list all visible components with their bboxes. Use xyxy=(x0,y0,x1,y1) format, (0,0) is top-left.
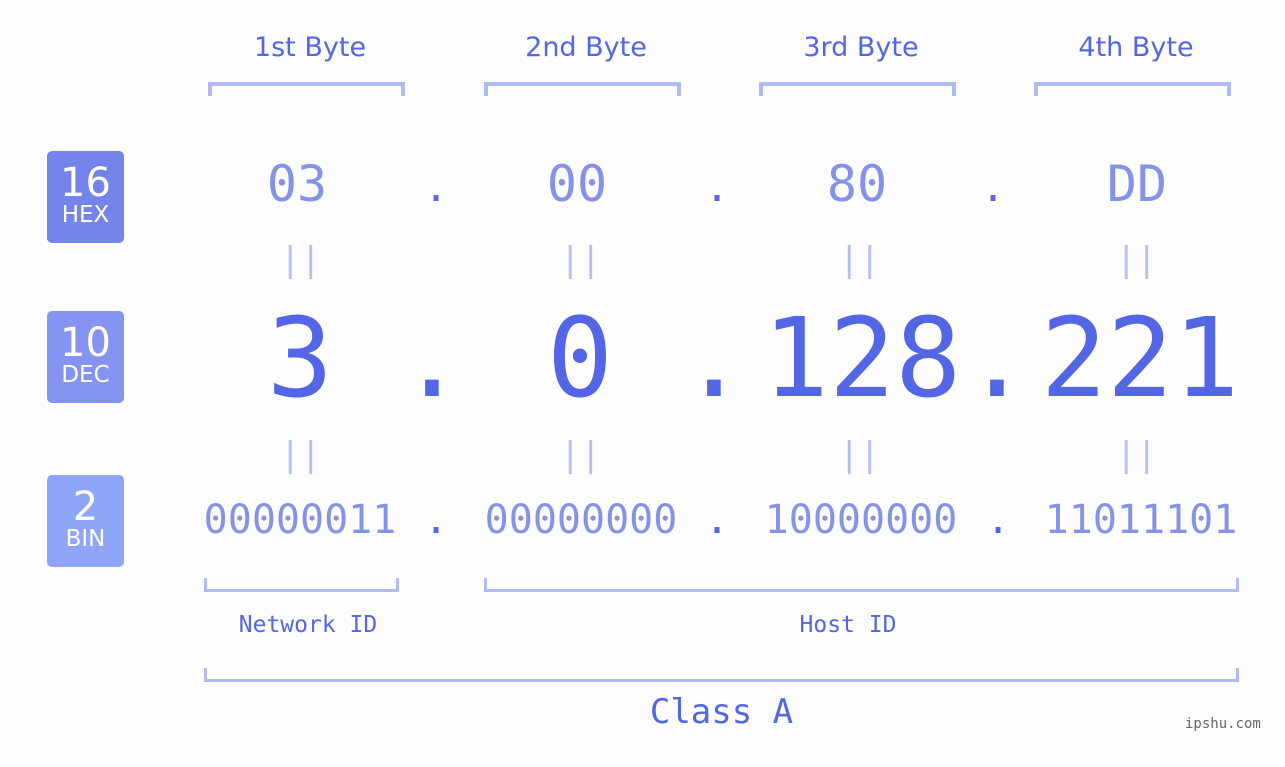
network-id-label: Network ID xyxy=(238,612,378,638)
byte-bracket-2 xyxy=(484,82,681,96)
hex-byte-4: DD xyxy=(1106,155,1168,213)
dec-badge: 10 DEC xyxy=(47,311,124,403)
bin-badge-base: 2 xyxy=(72,484,99,530)
hex-badge-label: HEX xyxy=(61,202,110,228)
equals-icon: || xyxy=(560,240,601,280)
dec-badge-base: 10 xyxy=(60,320,111,366)
byte-label-1: 1st Byte xyxy=(253,32,367,63)
bin-badge-label: BIN xyxy=(65,526,106,552)
equals-icon: || xyxy=(560,435,601,475)
hex-badge-base: 16 xyxy=(60,160,111,206)
byte-bracket-4 xyxy=(1034,82,1231,96)
byte-bracket-3 xyxy=(759,82,956,96)
watermark: ipshu.com xyxy=(1185,716,1261,732)
dec-badge-label: DEC xyxy=(61,362,110,388)
host-id-bracket xyxy=(484,578,1239,592)
network-id-bracket xyxy=(204,578,399,592)
byte-bracket-1 xyxy=(208,82,405,96)
byte-label-2: 2nd Byte xyxy=(525,32,647,63)
equals-icon: || xyxy=(280,435,321,475)
equals-icon: || xyxy=(280,240,321,280)
hex-badge: 16 HEX xyxy=(47,151,124,243)
equals-icon: || xyxy=(1116,240,1157,280)
bin-badge: 2 BIN xyxy=(47,475,124,567)
equals-icon: || xyxy=(1116,435,1157,475)
bin-byte-4: 11011101 xyxy=(1044,497,1238,543)
equals-icon: || xyxy=(839,240,880,280)
byte-label-3: 3rd Byte xyxy=(803,32,919,63)
class-bracket xyxy=(204,668,1239,682)
class-label: Class A xyxy=(649,692,794,732)
equals-icon: || xyxy=(839,435,880,475)
host-id-label: Host ID xyxy=(799,612,897,638)
dec-byte-4: 221 xyxy=(1040,294,1240,422)
byte-label-4: 4th Byte xyxy=(1078,32,1194,63)
